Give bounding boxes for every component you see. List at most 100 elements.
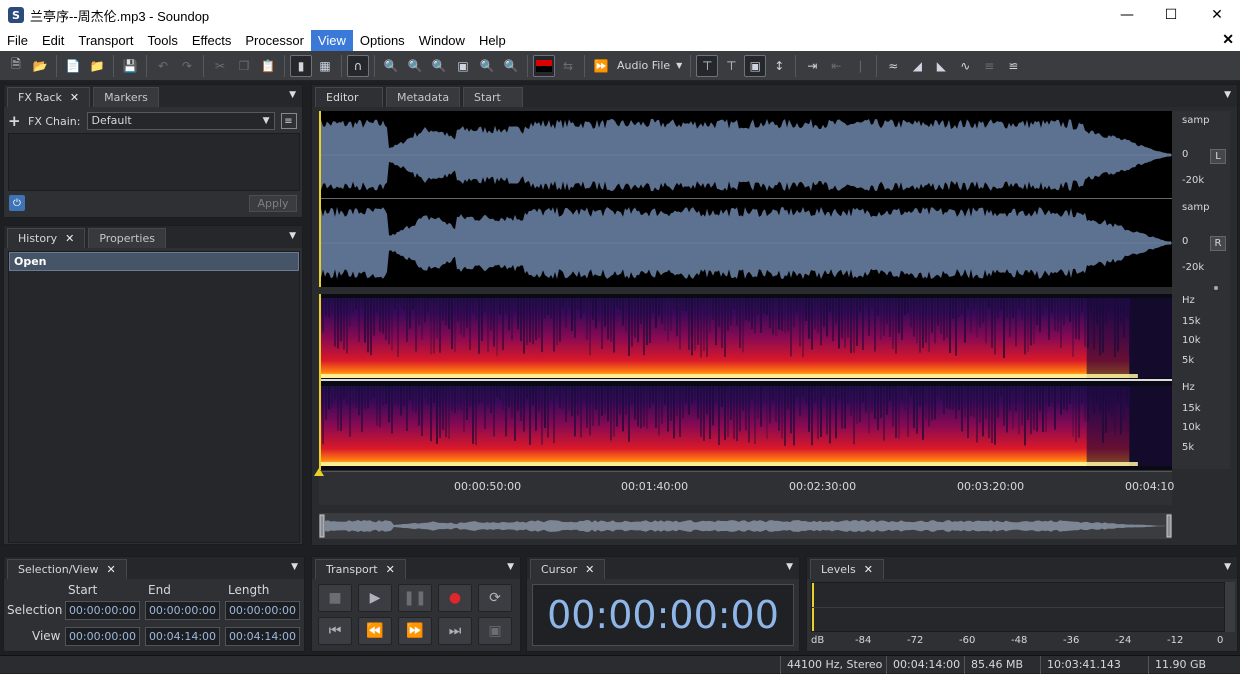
overview-scrollbar[interactable] bbox=[319, 513, 1172, 539]
close-document-icon[interactable]: ✕ bbox=[1222, 31, 1234, 48]
snap-magnet-icon[interactable]: ∩ bbox=[347, 54, 369, 77]
add-icon[interactable]: + bbox=[8, 112, 24, 130]
close-icon[interactable]: ✕ bbox=[386, 563, 395, 576]
save-icon[interactable]: 💾 bbox=[119, 55, 141, 77]
maximize-button[interactable]: ☐ bbox=[1148, 0, 1194, 30]
trim-top-icon[interactable]: ⊤ bbox=[720, 55, 742, 77]
fast-forward-icon[interactable]: ⏩ bbox=[590, 55, 612, 77]
normalize-icon[interactable]: ≡ bbox=[978, 55, 1000, 77]
close-icon[interactable]: ✕ bbox=[65, 232, 74, 245]
tab-markers[interactable]: Markers bbox=[93, 87, 159, 107]
wave-tool-icon[interactable]: ≈ bbox=[882, 55, 904, 77]
close-window-button[interactable]: ✕ bbox=[1194, 0, 1240, 30]
zoom-out-icon[interactable]: 🔍 bbox=[404, 55, 426, 77]
selection-start-field[interactable]: 00:00:00:00 bbox=[65, 601, 140, 620]
redo-icon[interactable]: ↷ bbox=[176, 55, 198, 77]
tab-selection-view[interactable]: Selection/View ✕ bbox=[7, 559, 127, 579]
power-icon[interactable]: ⏻ bbox=[9, 195, 25, 211]
panel-menu-icon[interactable]: ▼ bbox=[1224, 562, 1231, 572]
fit-icon[interactable]: ▣ bbox=[744, 54, 767, 77]
menu-view[interactable]: View bbox=[310, 30, 353, 51]
split-icon[interactable]: ↕ bbox=[768, 55, 790, 77]
menu-window[interactable]: Window bbox=[412, 30, 472, 51]
tab-editor[interactable]: Editor bbox=[315, 87, 383, 107]
panel-menu-icon[interactable]: ▼ bbox=[786, 562, 793, 572]
zoom-vertical-in-icon[interactable]: 🔍 bbox=[476, 55, 498, 77]
undo-icon[interactable]: ↶ bbox=[152, 55, 174, 77]
panel-menu-icon[interactable]: ▼ bbox=[507, 562, 514, 572]
fx-chain-list[interactable] bbox=[8, 133, 300, 191]
cut-icon[interactable]: ✂ bbox=[209, 55, 231, 77]
color-map-icon[interactable] bbox=[533, 54, 555, 77]
close-icon[interactable]: ✕ bbox=[70, 91, 79, 104]
open-session-icon[interactable]: 📁 bbox=[86, 55, 108, 77]
panel-menu-icon[interactable]: ▼ bbox=[291, 562, 298, 572]
channel-left-badge[interactable]: L bbox=[1210, 149, 1226, 164]
close-icon[interactable]: ✕ bbox=[585, 563, 594, 576]
record-button[interactable]: ● bbox=[438, 584, 472, 612]
align-top-icon[interactable]: ⊤ bbox=[696, 54, 719, 77]
view-length-field[interactable]: 00:04:14:00 bbox=[225, 627, 300, 646]
paste-icon[interactable]: 📋 bbox=[257, 55, 279, 77]
pencil-wave-icon[interactable]: ∿ bbox=[954, 55, 976, 77]
tab-transport[interactable]: Transport ✕ bbox=[315, 559, 406, 579]
record-monitor-button[interactable]: ▣ bbox=[478, 617, 512, 645]
convert-icon[interactable]: ⇆ bbox=[557, 55, 579, 77]
loop-button[interactable]: ⟳ bbox=[478, 584, 512, 612]
audio-file-dropdown[interactable]: Audio File ▼ bbox=[613, 55, 686, 77]
waveform-display[interactable] bbox=[319, 111, 1172, 287]
go-to-end-button[interactable]: ⏭ bbox=[438, 617, 472, 645]
tab-start[interactable]: Start bbox=[463, 87, 523, 107]
waveform-view-icon[interactable]: ▮ bbox=[290, 54, 312, 77]
menu-tools[interactable]: Tools bbox=[141, 30, 185, 51]
tab-fx-rack[interactable]: FX Rack ✕ bbox=[7, 87, 91, 107]
menu-effects[interactable]: Effects bbox=[185, 30, 239, 51]
stop-button[interactable]: ■ bbox=[318, 584, 352, 612]
close-icon[interactable]: ✕ bbox=[107, 563, 116, 576]
new-session-icon[interactable]: 📄 bbox=[62, 55, 84, 77]
zoom-fit-icon[interactable]: 🔍 bbox=[428, 55, 450, 77]
menu-help[interactable]: Help bbox=[472, 30, 513, 51]
tab-cursor[interactable]: Cursor ✕ bbox=[530, 559, 606, 579]
selection-length-field[interactable]: 00:00:00:00 bbox=[225, 601, 300, 620]
open-file-icon[interactable]: 📂 bbox=[29, 55, 51, 77]
play-button[interactable]: ▶ bbox=[358, 584, 392, 612]
panel-menu-icon[interactable]: ▼ bbox=[1224, 90, 1231, 100]
channel-right-badge[interactable]: R bbox=[1210, 236, 1226, 251]
view-end-field[interactable]: 00:04:14:00 bbox=[145, 627, 220, 646]
selection-end-field[interactable]: 00:00:00:00 bbox=[145, 601, 220, 620]
tab-history[interactable]: History ✕ bbox=[7, 228, 86, 248]
panel-menu-icon[interactable]: ▼ bbox=[289, 231, 296, 241]
spectral-view-icon[interactable]: ▦ bbox=[314, 55, 336, 77]
zoom-selection-icon[interactable]: ▣ bbox=[452, 55, 474, 77]
spectrogram-display[interactable] bbox=[319, 294, 1172, 470]
fast-forward-button[interactable]: ⏩ bbox=[398, 617, 432, 645]
marker-range-icon[interactable]: ∣ bbox=[849, 55, 871, 77]
minimize-button[interactable]: — bbox=[1104, 0, 1150, 30]
menu-file[interactable]: File bbox=[0, 30, 35, 51]
new-file-icon[interactable]: 🗎 bbox=[5, 55, 27, 77]
tab-properties[interactable]: Properties bbox=[88, 228, 166, 248]
zoom-in-icon[interactable]: 🔍 bbox=[380, 55, 402, 77]
panel-menu-icon[interactable]: ▼ bbox=[289, 90, 296, 100]
fade-out-icon[interactable]: ◣ bbox=[930, 55, 952, 77]
copy-icon[interactable]: ❐ bbox=[233, 55, 255, 77]
go-to-start-button[interactable]: ⏮ bbox=[318, 617, 352, 645]
list-icon[interactable]: ≡ bbox=[280, 113, 297, 129]
time-ruler[interactable]: 00:00:50:00 00:01:40:00 00:02:30:00 00:0… bbox=[314, 468, 1174, 505]
split-handle-icon[interactable] bbox=[1214, 286, 1218, 290]
zoom-vertical-out-icon[interactable]: 🔍 bbox=[500, 55, 522, 77]
marker-right-icon[interactable]: ⇤ bbox=[825, 55, 847, 77]
fx-chain-select[interactable]: Default ▼ bbox=[86, 112, 275, 130]
close-icon[interactable]: ✕ bbox=[864, 563, 873, 576]
view-start-field[interactable]: 00:00:00:00 bbox=[65, 627, 140, 646]
noise-icon[interactable]: ≌ bbox=[1002, 55, 1024, 77]
marker-left-icon[interactable]: ⇥ bbox=[801, 55, 823, 77]
fade-in-icon[interactable]: ◢ bbox=[906, 55, 928, 77]
rewind-button[interactable]: ⏪ bbox=[358, 617, 392, 645]
menu-edit[interactable]: Edit bbox=[35, 30, 71, 51]
menu-options[interactable]: Options bbox=[353, 30, 412, 51]
list-item[interactable]: Open bbox=[9, 252, 299, 271]
pause-button[interactable]: ❚❚ bbox=[398, 584, 432, 612]
tab-levels[interactable]: Levels ✕ bbox=[810, 559, 884, 579]
